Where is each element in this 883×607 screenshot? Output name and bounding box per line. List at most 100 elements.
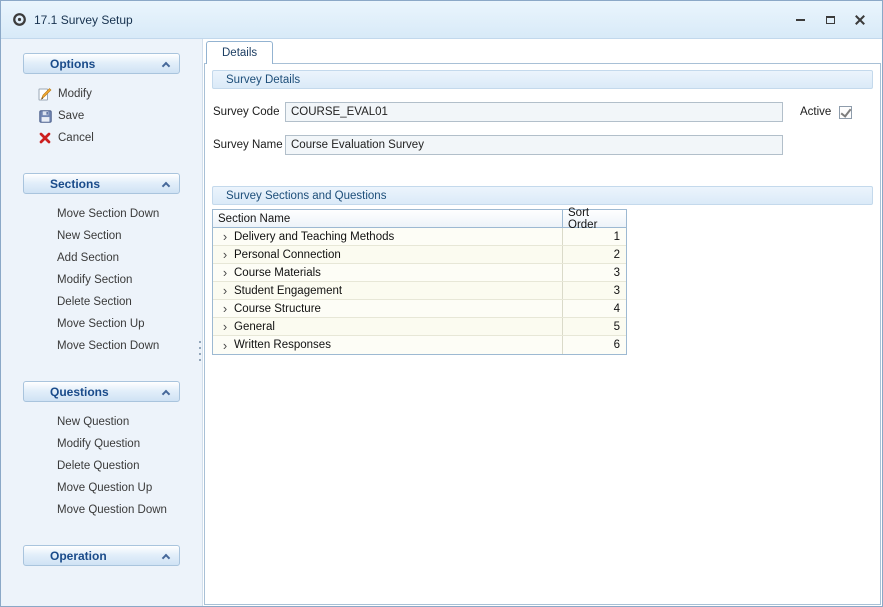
sidebar-item-move-section-up[interactable]: Move Section Up [23, 313, 180, 335]
sidebar-item-label: Move Section Down [57, 208, 159, 220]
survey-code-row: Survey Code Active [213, 102, 873, 122]
sidebar-item-label: Move Section Down [57, 340, 159, 352]
panel-header-questions[interactable]: Questions [23, 381, 180, 402]
panel-questions: Questions New Question Modify Question D… [23, 381, 180, 521]
table-row[interactable]: › Course Materials 3 [213, 264, 626, 282]
sidebar-item-delete-section[interactable]: Delete Section [23, 291, 180, 313]
sidebar-item-add-section[interactable]: Add Section [23, 247, 180, 269]
sidebar-item-label: Add Section [57, 252, 119, 264]
sort-order-value: 5 [562, 318, 626, 335]
panel-sections: Sections Move Section Down New Section A… [23, 173, 180, 357]
active-checkbox[interactable] [839, 106, 852, 119]
expand-chevron-icon[interactable]: › [220, 266, 230, 279]
save-icon [37, 110, 53, 123]
maximize-icon [826, 16, 835, 24]
survey-name-row: Survey Name [213, 135, 873, 155]
cancel-icon [37, 132, 53, 144]
sidebar-item-label: Modify Question [57, 438, 140, 450]
sidebar-item-move-question-up[interactable]: Move Question Up [23, 477, 180, 499]
sidebar-item-label: New Section [57, 230, 122, 242]
group-header-survey-details: Survey Details [212, 70, 873, 89]
sections-table: Section Name Sort Order › Delivery and Te… [212, 209, 627, 355]
column-header-sort-order[interactable]: Sort Order [562, 210, 626, 227]
section-name: Written Responses [234, 339, 331, 351]
sidebar-item-label: New Question [57, 416, 129, 428]
main-area: Details Survey Details Survey Code Activ… [203, 39, 882, 606]
sidebar-item-label: Save [58, 110, 84, 122]
section-name: Personal Connection [234, 249, 341, 261]
panel-header-sections[interactable]: Sections [23, 173, 180, 194]
expand-chevron-icon[interactable]: › [220, 302, 230, 315]
sidebar-item-label: Delete Question [57, 460, 139, 472]
section-name: Course Materials [234, 267, 321, 279]
table-row[interactable]: › Personal Connection 2 [213, 246, 626, 264]
sort-order-value: 4 [562, 300, 626, 317]
collapse-caret-icon [162, 554, 170, 562]
close-icon [855, 15, 865, 25]
sidebar-item-move-section-down-2[interactable]: Move Section Down [23, 335, 180, 357]
group-title: Survey Details [226, 74, 300, 86]
sidebar-item-label: Move Question Down [57, 504, 167, 516]
table-row[interactable]: › General 5 [213, 318, 626, 336]
splitter-grip[interactable] [199, 341, 202, 367]
sidebar-item-delete-question[interactable]: Delete Question [23, 455, 180, 477]
app-icon [11, 12, 27, 28]
table-row[interactable]: › Written Responses 6 [213, 336, 626, 354]
close-button[interactable] [850, 12, 870, 28]
sidebar-item-label: Move Section Up [57, 318, 145, 330]
sidebar-item-move-question-down[interactable]: Move Question Down [23, 499, 180, 521]
sort-order-value: 3 [562, 282, 626, 299]
survey-setup-window: 17.1 Survey Setup Options [0, 0, 883, 607]
minimize-button[interactable] [790, 12, 810, 28]
expand-chevron-icon[interactable]: › [220, 230, 230, 243]
sidebar-item-new-section[interactable]: New Section [23, 225, 180, 247]
tab-strip: Details [203, 39, 882, 63]
survey-code-input[interactable] [285, 102, 783, 122]
sidebar-item-modify-section[interactable]: Modify Section [23, 269, 180, 291]
sidebar-item-label: Move Question Up [57, 482, 152, 494]
sort-order-value: 2 [562, 246, 626, 263]
collapse-caret-icon [162, 182, 170, 190]
expand-chevron-icon[interactable]: › [220, 339, 230, 352]
survey-code-label: Survey Code [213, 106, 285, 118]
pencil-icon [37, 87, 53, 101]
table-header-row: Section Name Sort Order [213, 210, 626, 228]
tab-details[interactable]: Details [206, 41, 273, 64]
panel-options: Options Modify [23, 53, 180, 149]
sidebar-item-modify[interactable]: Modify [23, 83, 180, 105]
table-row[interactable]: › Course Structure 4 [213, 300, 626, 318]
sort-order-value: 1 [562, 228, 626, 245]
section-name: General [234, 321, 275, 333]
minimize-icon [796, 19, 805, 21]
section-name: Student Engagement [234, 285, 342, 297]
sidebar-item-modify-question[interactable]: Modify Question [23, 433, 180, 455]
sidebar-item-label: Modify Section [57, 274, 132, 286]
panel-header-options[interactable]: Options [23, 53, 180, 74]
window-title: 17.1 Survey Setup [34, 13, 133, 27]
group-header-sections-questions: Survey Sections and Questions [212, 186, 873, 205]
sidebar-item-save[interactable]: Save [23, 105, 180, 127]
maximize-button[interactable] [820, 12, 840, 28]
panel-operation: Operation [23, 545, 180, 566]
sidebar-item-label: Delete Section [57, 296, 132, 308]
details-pane: Survey Details Survey Code Active Survey… [204, 63, 881, 605]
panel-title: Sections [50, 177, 100, 191]
sidebar-item-label: Modify [58, 88, 92, 100]
expand-chevron-icon[interactable]: › [220, 248, 230, 261]
sidebar-item-cancel[interactable]: Cancel [23, 127, 180, 149]
survey-name-input[interactable] [285, 135, 783, 155]
sort-order-value: 3 [562, 264, 626, 281]
expand-chevron-icon[interactable]: › [220, 284, 230, 297]
survey-name-label: Survey Name [213, 139, 285, 151]
tab-label: Details [222, 47, 257, 59]
panel-header-operation[interactable]: Operation [23, 545, 180, 566]
column-header-section-name[interactable]: Section Name [213, 210, 562, 227]
sidebar-item-move-section-down[interactable]: Move Section Down [23, 203, 180, 225]
section-name: Delivery and Teaching Methods [234, 231, 394, 243]
expand-chevron-icon[interactable]: › [220, 320, 230, 333]
sidebar-item-new-question[interactable]: New Question [23, 411, 180, 433]
table-row[interactable]: › Delivery and Teaching Methods 1 [213, 228, 626, 246]
section-name: Course Structure [234, 303, 321, 315]
table-row[interactable]: › Student Engagement 3 [213, 282, 626, 300]
sort-order-value: 6 [562, 336, 626, 354]
